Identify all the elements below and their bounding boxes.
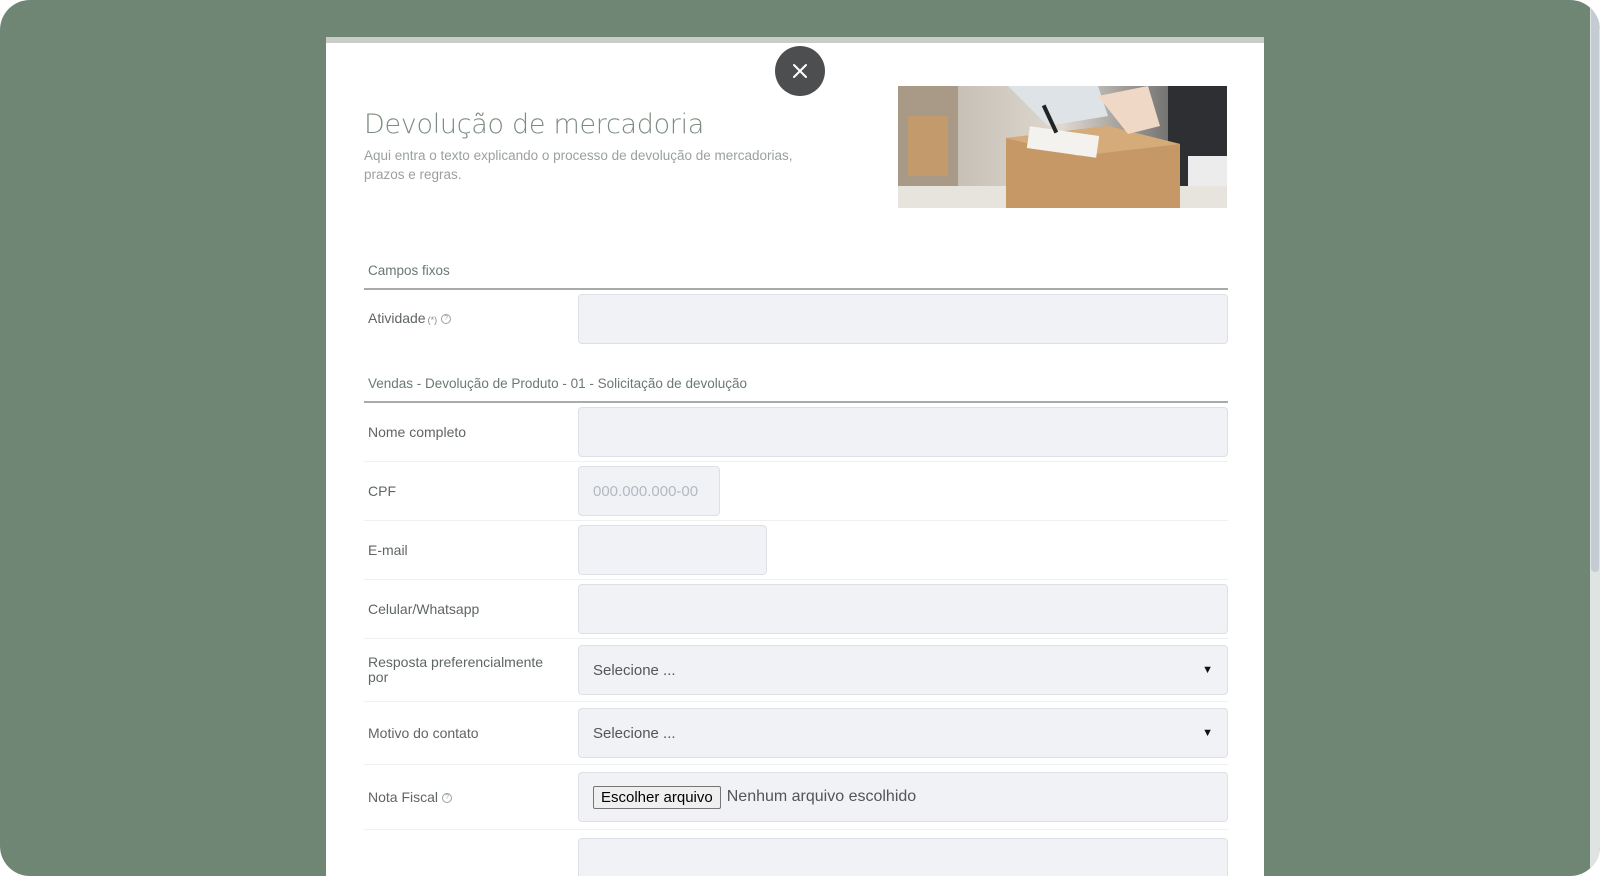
- field-label-resposta: Resposta preferencialmente por: [368, 654, 544, 685]
- atividade-input[interactable]: [578, 294, 1228, 344]
- field-row-celular: Celular/Whatsapp: [364, 580, 1228, 639]
- field-label-atividade: Atividade (*)?: [364, 310, 578, 328]
- section-title-fixed: Campos fixos: [364, 263, 1228, 290]
- full-name-input[interactable]: [578, 407, 1228, 457]
- response-preference-select[interactable]: Selecione ... ▼: [578, 645, 1228, 695]
- help-icon[interactable]: ?: [442, 792, 453, 803]
- field-row-motivo: Motivo do contato Selecione ... ▼: [364, 702, 1228, 765]
- invoice-file-input[interactable]: Escolher arquivo Nenhum arquivo escolhido: [578, 772, 1228, 822]
- field-row-extra: [364, 830, 1228, 876]
- close-button[interactable]: [775, 46, 825, 96]
- required-mark: (*): [427, 314, 438, 325]
- scrollbar-thumb[interactable]: [1591, 0, 1599, 572]
- phone-input[interactable]: [578, 584, 1228, 634]
- scrollbar[interactable]: [1590, 0, 1600, 876]
- help-icon[interactable]: ?: [441, 313, 452, 324]
- dropdown-arrow-icon: ▼: [1202, 664, 1213, 676]
- field-label-motivo: Motivo do contato: [368, 724, 479, 741]
- return-merchandise-modal: Devolução de mercadoria Aqui entra o tex…: [326, 37, 1264, 876]
- package-shipping-photo: [898, 86, 1227, 208]
- field-row-atividade: Atividade (*)?: [364, 290, 1228, 348]
- field-row-cpf: CPF 000.000.000-00: [364, 462, 1228, 521]
- field-label-cpf: CPF: [368, 482, 396, 499]
- contact-reason-select[interactable]: Selecione ... ▼: [578, 708, 1228, 758]
- field-row-resposta: Resposta preferencialmente por Selecione…: [364, 639, 1228, 702]
- field-label-nota: Nota Fiscal?: [364, 789, 578, 805]
- choose-file-button[interactable]: Escolher arquivo: [593, 785, 721, 809]
- close-icon: [793, 64, 807, 78]
- field-row-nome: Nome completo: [364, 403, 1228, 462]
- modal-backdrop: Devolução de mercadoria Aqui entra o tex…: [0, 0, 1600, 876]
- email-input[interactable]: [578, 525, 767, 575]
- page-title: Devolução de mercadoria: [364, 109, 705, 140]
- field-label-nome: Nome completo: [368, 423, 467, 440]
- page-subtitle: Aqui entra o texto explicando o processo…: [364, 148, 793, 182]
- additional-input[interactable]: [578, 838, 1228, 876]
- field-row-nota: Nota Fiscal? Escolher arquivo Nenhum arqu…: [364, 765, 1228, 830]
- field-label-celular: Celular/Whatsapp: [368, 600, 480, 617]
- field-row-email: E-mail: [364, 521, 1228, 580]
- return-form: Campos fixos Atividade (*)? Vendas - Devo…: [364, 263, 1228, 876]
- file-status: Nenhum arquivo escolhido: [726, 788, 917, 805]
- cpf-input[interactable]: 000.000.000-00: [578, 466, 720, 516]
- field-label-email: E-mail: [368, 541, 408, 558]
- section-title-return: Vendas - Devolução de Produto - 01 - Sol…: [364, 376, 1228, 403]
- dropdown-arrow-icon: ▼: [1202, 727, 1213, 739]
